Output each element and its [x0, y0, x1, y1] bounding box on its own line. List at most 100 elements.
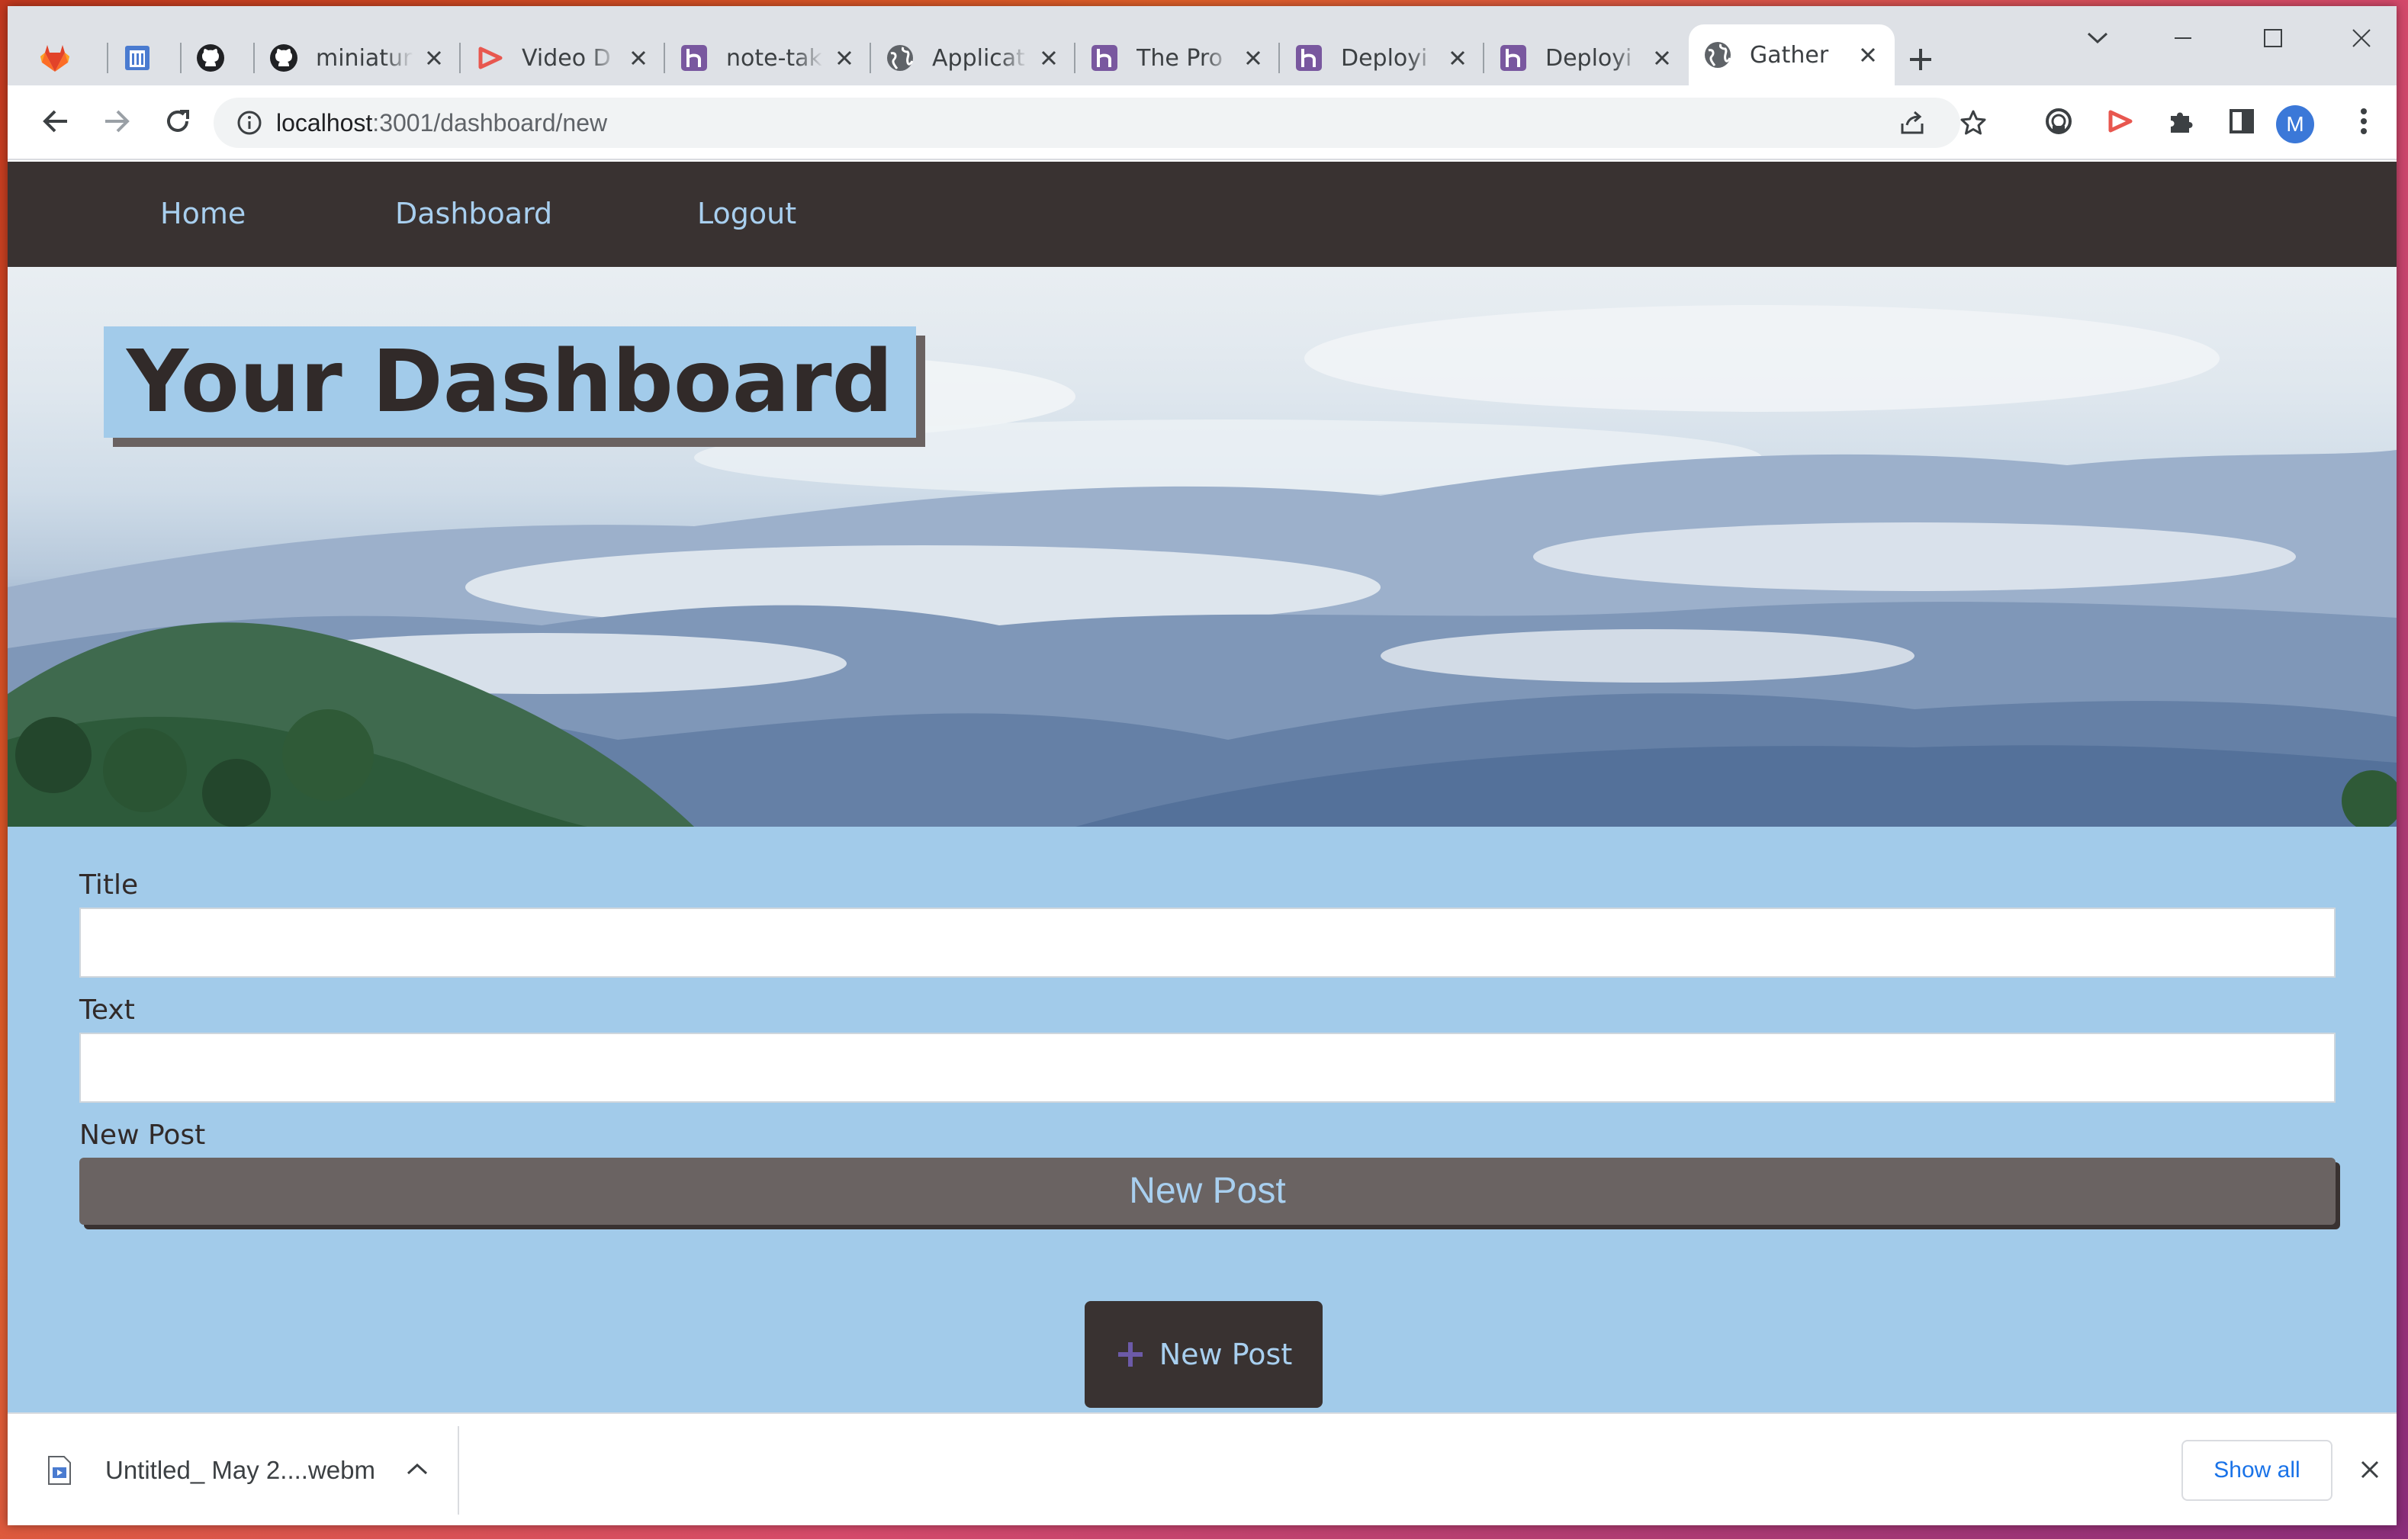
tab-title: Deployi [1545, 44, 1632, 72]
extensions-button[interactable] [2159, 101, 2203, 145]
download-item[interactable]: Untitled_ May 2....webm [46, 1432, 450, 1508]
puzzle-icon [2166, 107, 2195, 139]
browser-window: miniatur Video D note-tak Applicat The P… [8, 6, 2397, 1525]
close-icon [2359, 1459, 2381, 1483]
close-icon[interactable] [625, 45, 651, 71]
close-icon[interactable] [1036, 45, 1062, 71]
tab-deployi-2[interactable]: Deployi [1484, 24, 1689, 92]
gitlab-icon [40, 43, 70, 73]
tab-title: Deployi [1341, 44, 1428, 72]
maximize-icon [2262, 27, 2284, 52]
page-content: Home Dashboard Logout Your Dashboard Tit… [8, 162, 2397, 1412]
bookmark-star-icon[interactable] [1948, 98, 1998, 148]
divider [458, 1426, 459, 1515]
tab-search-button[interactable] [2067, 21, 2128, 58]
video-icon [474, 43, 505, 73]
tab-github[interactable] [182, 24, 255, 92]
tab-gather[interactable]: Gather [1689, 24, 1895, 85]
tab-title: Video D [522, 44, 611, 72]
github-icon [268, 43, 299, 73]
side-panel-button[interactable] [2220, 101, 2264, 145]
tab-note-tak[interactable]: note-tak [665, 24, 871, 92]
chevron-up-icon[interactable] [406, 1461, 429, 1480]
new-post-form: Title Text New Post New Post [79, 869, 2336, 1225]
title-input[interactable] [79, 908, 2336, 978]
kebab-menu-icon [2359, 107, 2368, 139]
close-icon[interactable] [1855, 42, 1881, 68]
back-button[interactable] [34, 101, 78, 145]
new-tab-button[interactable] [1899, 40, 1942, 82]
address-host: localhost [276, 108, 373, 137]
nav-dashboard-link[interactable]: Dashboard [395, 197, 552, 230]
forward-button[interactable] [95, 101, 139, 145]
side-panel-icon [2228, 108, 2255, 138]
new-post-button-label: New Post [1159, 1338, 1293, 1371]
maximize-button[interactable] [2242, 21, 2304, 58]
heroku-icon [1294, 43, 1324, 73]
arrow-right-icon [102, 107, 131, 139]
address-url: localhost:3001/dashboard/new [276, 109, 607, 137]
reload-button[interactable] [156, 101, 200, 145]
tab-video[interactable]: Video D [461, 24, 665, 92]
share-icon[interactable] [1887, 98, 1937, 148]
tab-title: Gather [1750, 41, 1829, 69]
plus-icon [1907, 46, 1934, 76]
close-icon [2351, 27, 2372, 52]
minimize-icon [2172, 27, 2194, 52]
close-window-button[interactable] [2331, 21, 2392, 58]
tab-document[interactable] [108, 24, 182, 92]
nav-home-link[interactable]: Home [160, 197, 246, 230]
heroku-icon [679, 43, 709, 73]
tab-title: note-tak [726, 44, 822, 72]
nav-logout-link[interactable]: Logout [697, 197, 796, 230]
github-icon [195, 43, 226, 73]
address-path: :3001/dashboard/new [372, 108, 608, 137]
video-file-icon [46, 1455, 73, 1486]
title-label: Title [79, 869, 139, 901]
new-post-button[interactable]: New Post [1085, 1301, 1323, 1408]
submit-new-post-button[interactable]: New Post [79, 1158, 2336, 1225]
menu-button[interactable] [2342, 101, 2386, 145]
close-download-bar-button[interactable] [2351, 1452, 2389, 1490]
video-extension-button[interactable] [2098, 101, 2142, 145]
info-icon[interactable] [223, 110, 276, 136]
heroku-icon [1089, 43, 1120, 73]
download-file-name: Untitled_ May 2....webm [105, 1456, 375, 1484]
arrow-left-icon [41, 107, 70, 139]
extension-button[interactable] [2037, 101, 2081, 145]
tab-strip: miniatur Video D note-tak Applicat The P… [8, 6, 2397, 85]
text-input[interactable] [79, 1033, 2336, 1103]
close-icon[interactable] [1445, 45, 1471, 71]
document-icon [122, 43, 153, 73]
extension-ring-icon [2043, 106, 2074, 140]
hero-banner: Your Dashboard [8, 267, 2397, 827]
show-all-button[interactable]: Show all [2181, 1440, 2332, 1501]
close-icon[interactable] [831, 45, 857, 71]
close-icon[interactable] [1240, 45, 1266, 71]
tab-title: Applicat [932, 44, 1025, 72]
chevron-down-icon [2086, 31, 2109, 49]
tab-title: The Pro [1136, 44, 1223, 72]
tab-the-pro[interactable]: The Pro [1075, 24, 1280, 92]
reload-icon [163, 107, 192, 139]
page-title: Your Dashboard [104, 326, 916, 438]
text-label: Text [79, 994, 135, 1026]
address-bar[interactable]: localhost:3001/dashboard/new [214, 98, 1986, 148]
tab-deployi-1[interactable]: Deployi [1280, 24, 1484, 92]
close-icon[interactable] [1649, 45, 1675, 71]
close-icon[interactable] [421, 45, 447, 71]
globe-icon [1702, 40, 1733, 70]
tab-miniatur[interactable]: miniatur [255, 24, 461, 92]
heroku-icon [1498, 43, 1529, 73]
minimize-button[interactable] [2152, 21, 2213, 58]
tab-gitlab[interactable] [26, 24, 108, 92]
plus-icon [1115, 1339, 1146, 1370]
profile-avatar[interactable]: M [2276, 105, 2314, 143]
submit-label: New Post [79, 1120, 206, 1151]
video-icon [2104, 106, 2135, 140]
browser-toolbar: localhost:3001/dashboard/new M [8, 85, 2397, 160]
globe-icon [885, 43, 915, 73]
site-navbar: Home Dashboard Logout [8, 162, 2397, 267]
tab-applicat[interactable]: Applicat [871, 24, 1075, 92]
tab-title: miniatur [316, 44, 413, 72]
